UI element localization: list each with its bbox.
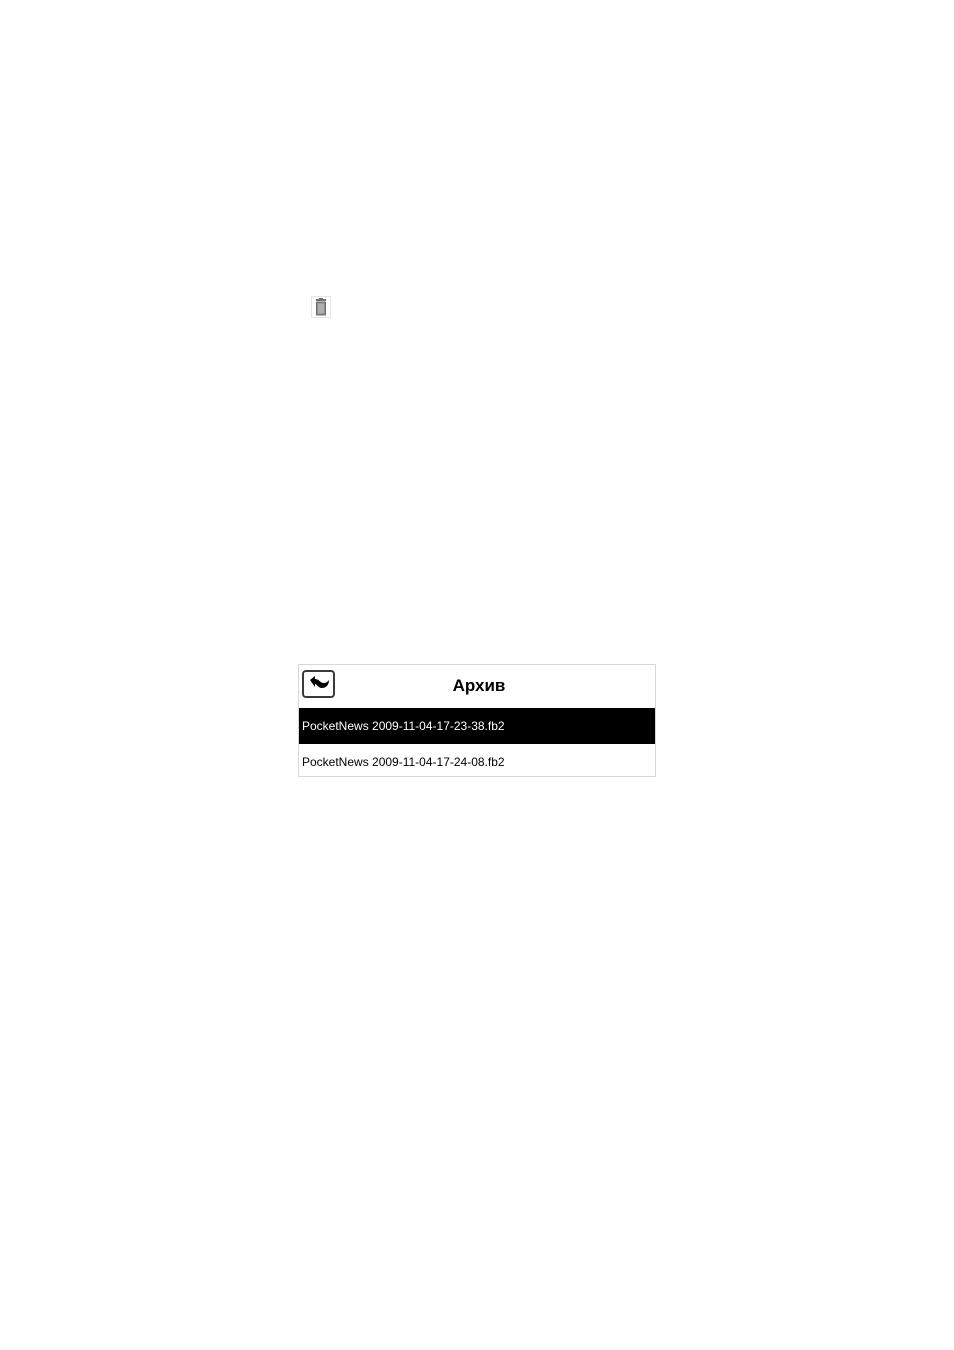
archive-title: Архив xyxy=(452,676,506,695)
archive-header: Архив xyxy=(299,665,655,708)
file-row[interactable]: PocketNews 2009-11-04-17-23-38.fb2 xyxy=(299,708,655,744)
trash-icon[interactable] xyxy=(311,296,331,318)
archive-panel: Архив PocketNews 2009-11-04-17-23-38.fb2… xyxy=(298,664,656,777)
file-list: PocketNews 2009-11-04-17-23-38.fb2 Pocket… xyxy=(299,708,655,780)
file-row[interactable]: PocketNews 2009-11-04-17-24-08.fb2 xyxy=(299,744,655,780)
